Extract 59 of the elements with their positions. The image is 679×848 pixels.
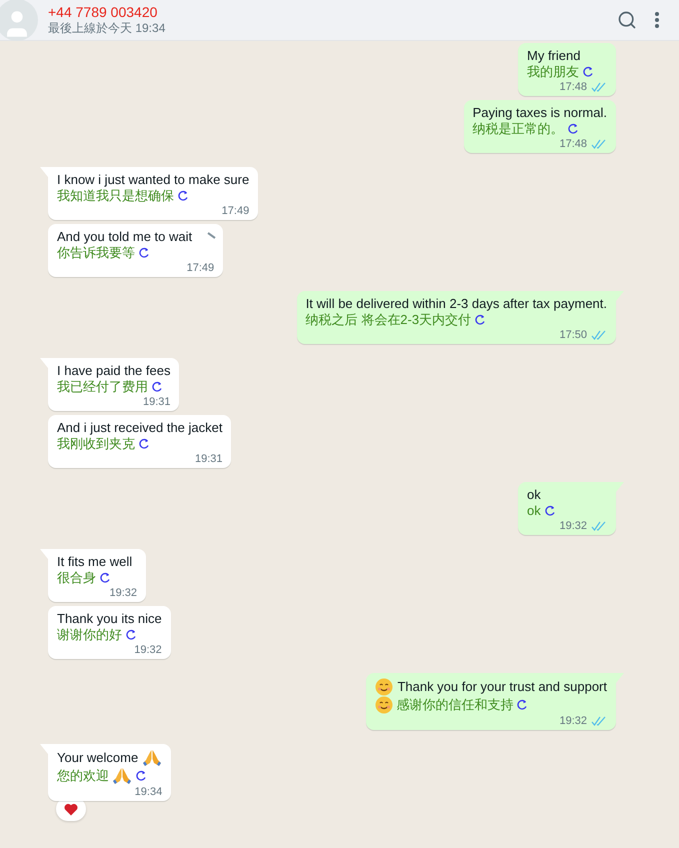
message-text: It fits me well xyxy=(57,554,132,570)
refresh-icon[interactable] xyxy=(135,770,147,782)
message-time: 19:32 xyxy=(559,715,587,727)
message-text: It will be delivered within 2-3 days after tax payment. xyxy=(306,296,607,312)
translation-text: 我知道我只是想确保 xyxy=(57,188,174,204)
message-time: 17:48 xyxy=(559,81,587,93)
refresh-icon[interactable] xyxy=(138,438,150,450)
translation-text: 你告诉我要等 xyxy=(57,245,135,261)
message-text: Thank you its nice xyxy=(57,611,162,627)
heart-icon xyxy=(64,802,78,816)
translation-text: 我刚收到夹克 xyxy=(57,436,135,452)
message-time: 19:32 xyxy=(134,644,162,656)
message-time: 17:49 xyxy=(186,262,214,274)
message-text: And you told me to wait xyxy=(57,229,192,245)
message-time: 17:50 xyxy=(559,329,587,341)
double-tick-icon xyxy=(591,521,607,531)
refresh-icon[interactable] xyxy=(177,190,189,202)
translation-text: ok xyxy=(527,503,541,519)
message-text: My friend xyxy=(527,48,580,64)
double-tick-icon xyxy=(591,139,607,149)
message-text: I have paid the fees xyxy=(57,363,170,379)
message-time: 19:31 xyxy=(142,396,170,408)
message-time: 17:48 xyxy=(559,138,587,150)
message-time: 17:49 xyxy=(222,205,250,217)
menu-icon xyxy=(655,12,659,28)
translation-text: 谢谢你的好 xyxy=(57,627,122,643)
double-tick-icon xyxy=(591,716,607,726)
double-tick-icon xyxy=(591,82,607,92)
refresh-icon[interactable] xyxy=(474,314,486,326)
message-text: Your welcome xyxy=(57,750,138,766)
message-text: I know i just wanted to make sure xyxy=(57,172,250,188)
translation-text: 我的朋友 xyxy=(527,64,579,80)
refresh-icon[interactable] xyxy=(99,572,111,584)
message-text: And i just received the jacket xyxy=(57,420,222,436)
message-time: 19:32 xyxy=(109,587,137,599)
refresh-icon[interactable] xyxy=(125,629,137,641)
message-time: 19:32 xyxy=(559,520,587,532)
message-text: Thank you for your trust and support xyxy=(397,679,607,695)
translation-text: 感谢你的信任和支持 xyxy=(396,697,514,713)
message-text: Paying taxes is normal. xyxy=(472,105,607,121)
refresh-icon[interactable] xyxy=(566,123,579,135)
refresh-icon[interactable] xyxy=(582,66,594,78)
refresh-icon[interactable] xyxy=(516,699,528,711)
translation-text: 我已经付了费用 xyxy=(57,379,148,395)
refresh-icon[interactable] xyxy=(544,505,556,517)
refresh-icon[interactable] xyxy=(151,381,163,393)
translation-text: 纳税是正常的。 xyxy=(472,121,564,137)
last-seen-status: 最後上線於今天 19:34 xyxy=(48,20,166,36)
translation-text: 您的欢迎 xyxy=(57,768,109,784)
translation-text: 很合身 xyxy=(57,570,96,586)
refresh-icon[interactable] xyxy=(138,247,150,259)
search-icon xyxy=(617,10,637,30)
double-tick-icon xyxy=(591,330,607,340)
message-text: ok xyxy=(527,487,541,503)
contact-name: +44 7789 003420 xyxy=(48,4,158,20)
translation-text: 纳税之后 将会在2-3天内交付 xyxy=(306,312,472,328)
message-time: 19:31 xyxy=(194,453,222,465)
message-time: 19:34 xyxy=(134,786,162,798)
chevron-icon[interactable] xyxy=(207,232,218,240)
